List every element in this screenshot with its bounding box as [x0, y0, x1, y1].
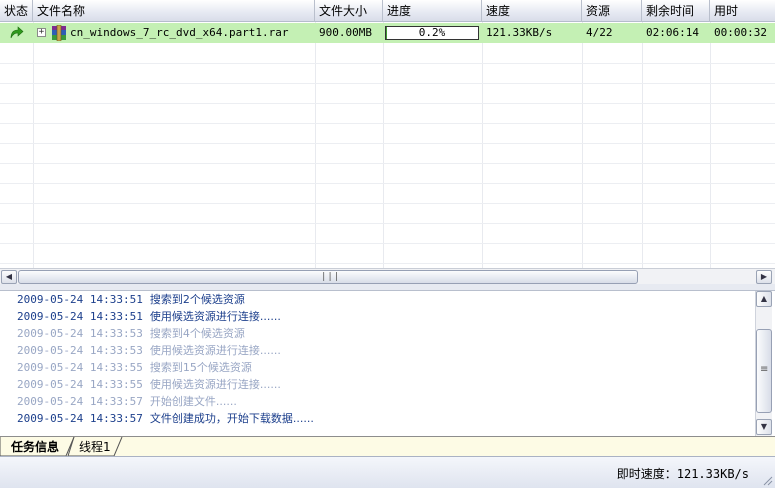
log-message: 搜索到4个候选资源 — [149, 327, 245, 340]
download-list[interactable]: 状态 文件名称 文件大小 进度 速度 资源 剩余时间 用时 + cn_windo… — [0, 0, 775, 268]
grid-line — [0, 203, 775, 204]
column-header-filesize[interactable]: 文件大小 — [315, 0, 383, 22]
tab-thread1[interactable]: 线程1 — [79, 439, 111, 455]
panel-tab-strip: 任务信息 线程1 — [0, 436, 775, 457]
instant-speed-label: 即时速度： — [616, 467, 677, 481]
task-filesize: 900.00MB — [319, 26, 372, 39]
horizontal-scroll-thumb[interactable]: ||| — [18, 270, 638, 284]
log-time: 2009-05-24 14:33:53 — [17, 344, 143, 357]
grid-line — [0, 103, 775, 104]
log-line: 2009-05-24 14:33:57 文件创建成功，开始下载数据...... — [17, 410, 314, 427]
task-remaining-time: 02:06:14 — [646, 26, 699, 39]
instant-speed: 即时速度：121.33KB/s — [617, 465, 749, 482]
scroll-grip-icon: ||| — [321, 272, 341, 282]
scroll-down-button[interactable]: ▼ — [756, 419, 772, 435]
task-filename: cn_windows_7_rc_dvd_x64.part1.rar — [70, 26, 289, 39]
task-elapsed-time: 00:00:32 — [714, 26, 767, 39]
list-header: 状态 文件名称 文件大小 进度 速度 资源 剩余时间 用时 — [0, 0, 775, 22]
grid-line — [0, 223, 775, 224]
grid-line — [642, 22, 643, 268]
grid-line — [482, 22, 483, 268]
scroll-up-button[interactable]: ▲ — [756, 291, 772, 307]
grid-line — [0, 143, 775, 144]
column-header-filename[interactable]: 文件名称 — [33, 0, 315, 22]
log-line: 2009-05-24 14:33:53 使用候选资源进行连接...... — [17, 342, 281, 359]
log-line: 2009-05-24 14:33:55 使用候选资源进行连接...... — [17, 376, 281, 393]
task-sources: 4/22 — [586, 26, 613, 39]
log-message: 使用候选资源进行连接...... — [149, 378, 281, 391]
task-log-panel: 2009-05-24 14:33:51 搜索到2个候选资源 2009-05-24 … — [0, 291, 755, 436]
column-header-elapsed[interactable]: 用时 — [710, 0, 775, 22]
log-message: 使用候选资源进行连接...... — [149, 344, 281, 357]
grid-line — [0, 123, 775, 124]
log-message: 搜索到2个候选资源 — [149, 293, 245, 306]
column-header-status[interactable]: 状态 — [0, 0, 33, 22]
log-message: 开始创建文件...... — [149, 395, 237, 408]
log-message: 搜索到15个候选资源 — [149, 361, 252, 374]
grid-line — [710, 22, 711, 268]
panel-splitter[interactable] — [0, 284, 775, 291]
horizontal-scrollbar[interactable]: ◀ ||| ▶ — [0, 268, 775, 284]
grid-line — [582, 22, 583, 268]
table-row[interactable]: + cn_windows_7_rc_dvd_x64.part1.rar 900.… — [0, 23, 775, 43]
grid-line — [33, 22, 34, 268]
task-progress-bar: 0.2% — [385, 26, 479, 40]
log-time: 2009-05-24 14:33:57 — [17, 412, 143, 425]
log-line: 2009-05-24 14:33:53 搜索到4个候选资源 — [17, 325, 245, 342]
log-time: 2009-05-24 14:33:51 — [17, 293, 143, 306]
log-line: 2009-05-24 14:33:55 搜索到15个候选资源 — [17, 359, 252, 376]
log-line: 2009-05-24 14:33:51 搜索到2个候选资源 — [17, 291, 245, 308]
log-line: 2009-05-24 14:33:57 开始创建文件...... — [17, 393, 237, 410]
task-speed: 121.33KB/s — [486, 26, 553, 39]
expand-toggle-icon[interactable]: + — [37, 28, 46, 37]
column-header-progress[interactable]: 进度 — [383, 0, 482, 22]
column-header-speed[interactable]: 速度 — [482, 0, 582, 22]
log-time: 2009-05-24 14:33:57 — [17, 395, 143, 408]
vertical-scrollbar[interactable]: ▲ ≡ ▼ — [755, 291, 772, 436]
vertical-scroll-thumb[interactable]: ≡ — [756, 329, 772, 413]
log-message: 文件创建成功，开始下载数据...... — [149, 412, 314, 425]
scroll-right-button[interactable]: ▶ — [756, 270, 772, 284]
grid-line — [0, 83, 775, 84]
grid-line — [0, 243, 775, 244]
winrar-archive-icon — [52, 25, 66, 41]
grid-line — [0, 263, 775, 264]
progress-label: 0.2% — [418, 26, 446, 39]
column-header-sources[interactable]: 资源 — [582, 0, 642, 22]
column-header-remaining[interactable]: 剩余时间 — [642, 0, 710, 22]
scroll-grip-icon: ≡ — [760, 364, 769, 375]
log-time: 2009-05-24 14:33:53 — [17, 327, 143, 340]
grid-line — [315, 22, 316, 268]
status-bar: 即时速度：121.33KB/s — [0, 456, 775, 488]
grid-line — [0, 163, 775, 164]
log-time: 2009-05-24 14:33:51 — [17, 310, 143, 323]
scroll-left-button[interactable]: ◀ — [1, 270, 17, 284]
log-message: 使用候选资源进行连接...... — [149, 310, 281, 323]
instant-speed-value: 121.33KB/s — [676, 467, 749, 481]
log-time: 2009-05-24 14:33:55 — [17, 361, 143, 374]
resize-grip-icon[interactable] — [761, 474, 773, 486]
grid-line — [0, 183, 775, 184]
grid-line — [383, 22, 384, 268]
grid-line — [0, 63, 775, 64]
green-refresh-arrow-icon[interactable] — [8, 25, 24, 41]
tab-task-info[interactable]: 任务信息 — [11, 439, 59, 455]
log-line: 2009-05-24 14:33:51 使用候选资源进行连接...... — [17, 308, 281, 325]
log-time: 2009-05-24 14:33:55 — [17, 378, 143, 391]
